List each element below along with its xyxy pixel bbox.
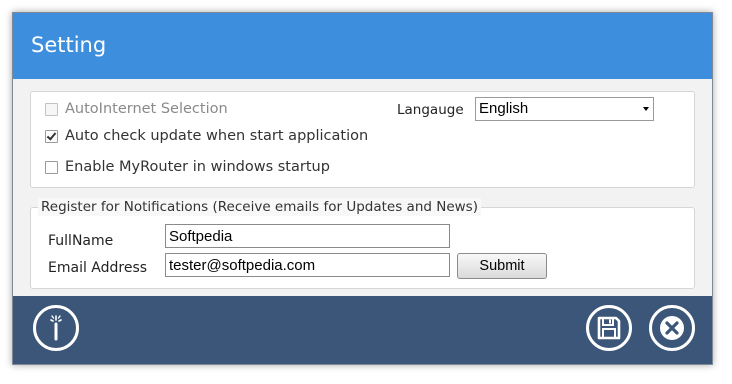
- register-group: Register for Notifications (Receive emai…: [30, 198, 695, 289]
- magic-wand-icon: [50, 315, 62, 341]
- register-legend: Register for Notifications (Receive emai…: [38, 198, 481, 216]
- email-input[interactable]: [165, 253, 450, 277]
- close-x-icon: [660, 316, 684, 340]
- dropdown-arrow-icon[interactable]: [643, 107, 649, 111]
- email-label: Email Address: [48, 260, 148, 276]
- settings-content: AutoInternet Selection Auto check update…: [13, 79, 712, 296]
- myrouter-startup-label[interactable]: Enable MyRouter in windows startup: [65, 158, 330, 176]
- close-button[interactable]: [649, 305, 695, 351]
- fullname-input[interactable]: [165, 224, 450, 248]
- auto-check-update-label[interactable]: Auto check update when start application: [65, 127, 368, 145]
- language-selected-value: English: [479, 100, 529, 117]
- settings-window: Setting AutoInternet Selection Auto chec…: [12, 12, 713, 365]
- options-group: AutoInternet Selection Auto check update…: [30, 91, 695, 188]
- submit-button[interactable]: Submit: [457, 253, 547, 279]
- footer-bar: [13, 296, 712, 364]
- language-label: Langauge: [397, 102, 464, 118]
- save-button[interactable]: [586, 305, 632, 351]
- magic-wand-button[interactable]: [33, 305, 79, 351]
- save-disk-icon: [597, 316, 621, 340]
- auto-internet-checkbox: [45, 103, 58, 116]
- myrouter-startup-checkbox[interactable]: [45, 161, 58, 174]
- window-title: Setting: [31, 33, 107, 57]
- auto-internet-label: AutoInternet Selection: [65, 101, 228, 117]
- title-bar: Setting: [13, 13, 712, 79]
- auto-check-update-checkbox[interactable]: [45, 130, 58, 143]
- fullname-label: FullName: [48, 233, 114, 249]
- language-select[interactable]: English: [475, 97, 654, 121]
